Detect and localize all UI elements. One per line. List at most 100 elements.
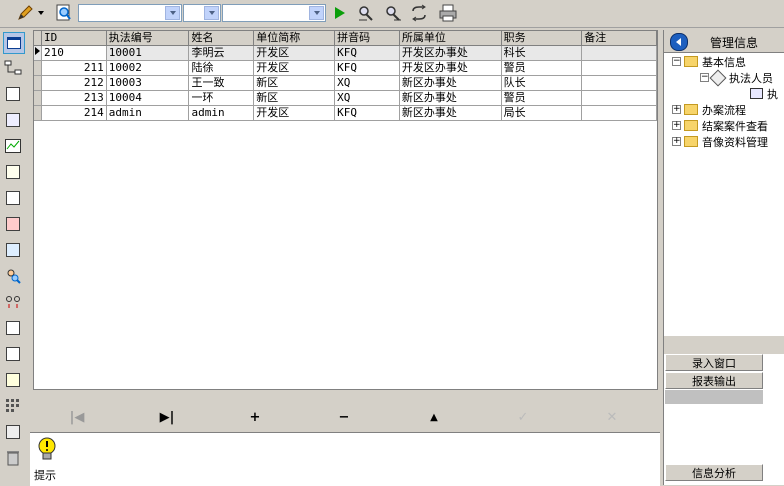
trash-icon[interactable]: [3, 448, 23, 468]
cell-unit[interactable]: 新区办事处: [399, 105, 502, 121]
replace-icon[interactable]: [408, 3, 430, 23]
expand-icon[interactable]: +: [672, 121, 681, 130]
grid-view-icon[interactable]: [3, 32, 25, 54]
cell-note[interactable]: [581, 90, 657, 106]
cancel-record-button[interactable]: ✕: [604, 409, 620, 425]
tree-node-basic-info[interactable]: − 基本信息: [672, 54, 746, 69]
forms-icon[interactable]: [3, 214, 23, 234]
cell-duty[interactable]: 警员: [501, 90, 583, 106]
table-row[interactable]: 214 admin admin 开发区 KFQ 新区办事处 局长: [34, 105, 657, 121]
cell-id[interactable]: 214: [41, 105, 107, 121]
column-header[interactable]: 执法编号: [106, 31, 190, 46]
edit-record-button[interactable]: ▲: [426, 409, 442, 425]
data-grid[interactable]: ID 执法编号 姓名 单位简称 拼音码 所属单位 职务 备注 210 10001…: [33, 30, 658, 390]
cell-code[interactable]: 10003: [106, 75, 190, 91]
dropdown-arrow-icon[interactable]: [309, 6, 324, 20]
cell-code[interactable]: 10002: [106, 60, 190, 76]
cell-pinyin[interactable]: KFQ: [334, 60, 400, 76]
cell-unit-short[interactable]: 开发区: [253, 45, 336, 61]
list-icon[interactable]: [3, 84, 23, 104]
cell-name[interactable]: 陆徐: [188, 60, 255, 76]
cell-pinyin[interactable]: KFQ: [334, 45, 400, 61]
tree-node-case-flow[interactable]: + 办案流程: [672, 102, 746, 117]
cell-note[interactable]: [581, 45, 657, 61]
column-header[interactable]: 姓名: [188, 31, 255, 46]
copy-icon[interactable]: [3, 344, 23, 364]
cell-note[interactable]: [581, 75, 657, 91]
last-record-button[interactable]: ▶|: [159, 409, 175, 425]
table-row[interactable]: 210 10001 李明云 开发区 KFQ 开发区办事处 科长: [34, 45, 657, 61]
cell-unit-short[interactable]: 新区: [253, 90, 336, 106]
cell-id[interactable]: 211: [41, 60, 107, 76]
dropdown-arrow-icon[interactable]: [165, 6, 180, 20]
check-document-icon[interactable]: [3, 162, 23, 182]
cell-unit[interactable]: 新区办事处: [399, 75, 502, 91]
collapse-icon[interactable]: −: [672, 57, 681, 66]
tree-node-officers[interactable]: − 执法人员: [700, 69, 773, 86]
back-circle-icon[interactable]: [670, 33, 688, 51]
structure-icon[interactable]: [3, 58, 23, 78]
tree-node-closed-cases[interactable]: + 结案案件查看: [672, 118, 768, 133]
cell-name[interactable]: 一环: [188, 90, 255, 106]
cell-duty[interactable]: 警员: [501, 60, 583, 76]
column-header[interactable]: ID: [41, 31, 107, 46]
find-icon[interactable]: [355, 3, 377, 23]
cell-unit[interactable]: 新区办事处: [399, 90, 502, 106]
cell-code[interactable]: 10004: [106, 90, 190, 106]
cell-id[interactable]: 212: [41, 75, 107, 91]
cell-name[interactable]: admin: [188, 105, 255, 121]
table-row[interactable]: 211 10002 陆徐 开发区 KFQ 开发区办事处 警员: [34, 60, 657, 76]
cell-pinyin[interactable]: KFQ: [334, 105, 400, 121]
report-icon[interactable]: [3, 318, 23, 338]
document-icon[interactable]: [3, 110, 23, 130]
cell-id[interactable]: 210: [41, 45, 107, 61]
filter-combo-2[interactable]: [183, 4, 221, 22]
find-next-icon[interactable]: [382, 3, 404, 23]
cell-unit[interactable]: 开发区办事处: [399, 60, 502, 76]
delete-record-button[interactable]: −: [336, 409, 352, 425]
table-row[interactable]: 213 10004 一环 新区 XQ 新区办事处 警员: [34, 90, 657, 106]
cell-unit-short[interactable]: 新区: [253, 75, 336, 91]
chart-icon[interactable]: [3, 136, 23, 156]
cell-pinyin[interactable]: XQ: [334, 90, 400, 106]
filter-combo-1[interactable]: [78, 4, 182, 22]
tools-icon[interactable]: [3, 422, 23, 442]
table-row[interactable]: 212 10003 王一致 新区 XQ 新区办事处 队长: [34, 75, 657, 91]
play-icon[interactable]: [331, 3, 349, 23]
tree-node-media[interactable]: + 音像资料管理: [672, 134, 768, 149]
entry-window-button[interactable]: 录入窗口: [665, 354, 763, 371]
first-record-button[interactable]: |◀: [69, 409, 85, 425]
link-icon[interactable]: [3, 292, 23, 312]
cell-duty[interactable]: 队长: [501, 75, 583, 91]
insert-record-button[interactable]: +: [247, 409, 263, 425]
print-icon[interactable]: [437, 3, 459, 23]
column-header[interactable]: 职务: [501, 31, 583, 46]
expand-icon[interactable]: +: [672, 105, 681, 114]
cell-name[interactable]: 王一致: [188, 75, 255, 91]
column-header[interactable]: 所属单位: [399, 31, 502, 46]
expand-icon[interactable]: +: [672, 137, 681, 146]
tree-node-officer-leaf[interactable]: 执: [750, 86, 778, 101]
column-header[interactable]: 单位简称: [253, 31, 336, 46]
user-search-icon[interactable]: [3, 266, 23, 286]
report-output-button[interactable]: 报表输出: [665, 372, 763, 389]
settings-icon[interactable]: [3, 240, 23, 260]
chevron-down-icon[interactable]: [36, 3, 46, 23]
post-record-button[interactable]: ✓: [515, 409, 531, 425]
cell-pinyin[interactable]: XQ: [334, 75, 400, 91]
cell-unit-short[interactable]: 开发区: [253, 105, 336, 121]
filter-combo-3[interactable]: [222, 4, 326, 22]
dropdown-arrow-icon[interactable]: [204, 6, 219, 20]
module-icon[interactable]: [3, 188, 23, 208]
cell-code[interactable]: admin: [106, 105, 190, 121]
info-analysis-button[interactable]: 信息分析: [665, 464, 763, 481]
column-header[interactable]: 备注: [581, 31, 657, 46]
export-icon[interactable]: [3, 370, 23, 390]
pencil-icon[interactable]: [14, 3, 36, 23]
cell-note[interactable]: [581, 105, 657, 121]
collapse-icon[interactable]: −: [700, 73, 709, 82]
column-header[interactable]: 拼音码: [334, 31, 400, 46]
cell-unit-short[interactable]: 开发区: [253, 60, 336, 76]
table-icon[interactable]: [3, 396, 23, 416]
cell-unit[interactable]: 开发区办事处: [399, 45, 502, 61]
